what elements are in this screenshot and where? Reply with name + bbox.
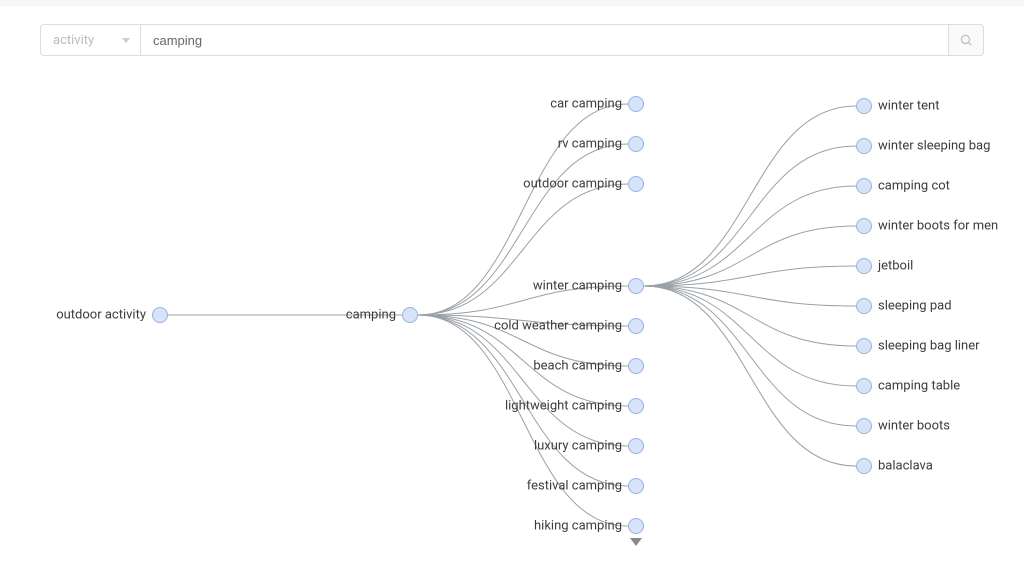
node-festival[interactable] [628,478,644,494]
node-label-pad: sleeping pad [878,299,952,314]
node-label-wtent: winter tent [878,99,939,114]
node-label-luxury: luxury camping [534,439,622,454]
node-jet[interactable] [856,258,872,274]
node-label-light: lightweight camping [505,399,622,414]
node-wboot[interactable] [856,418,872,434]
node-wbag[interactable] [856,138,872,154]
category-select-label: activity [53,33,94,48]
node-hiking[interactable] [628,518,644,534]
node-label-jet: jetboil [878,259,913,274]
node-root[interactable] [152,307,168,323]
expand-more-icon[interactable] [630,538,642,546]
node-cot[interactable] [856,178,872,194]
search-icon [959,33,973,47]
node-label-hiking: hiking camping [534,519,622,534]
node-label-outdoor: outdoor camping [523,177,622,192]
node-wtent[interactable] [856,98,872,114]
node-label-beach: beach camping [533,359,622,374]
chevron-down-icon [122,38,130,43]
node-label-rv: rv camping [558,137,622,152]
node-label-car: car camping [550,97,622,112]
node-label-wbootm: winter boots for men [878,219,998,234]
node-label-liner: sleeping bag liner [878,339,980,354]
node-light[interactable] [628,398,644,414]
node-label-cold: cold weather camping [494,319,622,334]
search-input[interactable] [140,24,948,56]
node-label-main: camping [346,308,396,323]
node-rv[interactable] [628,136,644,152]
node-winter[interactable] [628,278,644,294]
node-label-table: camping table [878,379,960,394]
category-select[interactable]: activity [40,24,140,56]
node-label-festival: festival camping [527,479,622,494]
node-label-wbag: winter sleeping bag [878,139,990,154]
node-label-wboot: winter boots [878,419,950,434]
taxonomy-diagram: outdoor activity camping car camping rv cam… [0,68,1024,578]
node-main[interactable] [402,307,418,323]
node-label-root: outdoor activity [56,308,146,323]
node-beach[interactable] [628,358,644,374]
node-cold[interactable] [628,318,644,334]
node-liner[interactable] [856,338,872,354]
search-button[interactable] [948,24,984,56]
node-outdoor[interactable] [628,176,644,192]
node-table[interactable] [856,378,872,394]
node-wbootm[interactable] [856,218,872,234]
node-bala[interactable] [856,458,872,474]
node-pad[interactable] [856,298,872,314]
node-luxury[interactable] [628,438,644,454]
node-car[interactable] [628,96,644,112]
node-label-winter: winter camping [533,279,622,294]
node-label-cot: camping cot [878,179,950,194]
search-bar: activity [0,6,1024,68]
node-label-bala: balaclava [878,459,933,474]
